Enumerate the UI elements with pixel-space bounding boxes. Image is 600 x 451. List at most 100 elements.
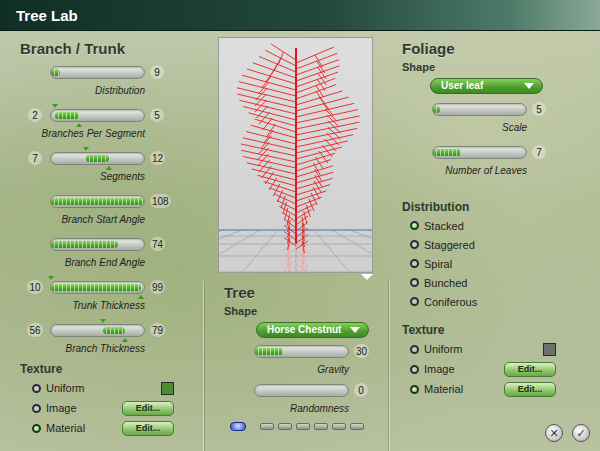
range-start-marker-icon[interactable]	[100, 319, 106, 323]
main-area: Branch / Trunk9Distribution25Branches Pe…	[0, 31, 600, 451]
slider-fill	[51, 198, 144, 205]
slider-track[interactable]	[254, 345, 349, 358]
slider-track[interactable]	[432, 103, 527, 116]
slider-track[interactable]	[432, 146, 527, 159]
texture-option[interactable]: ImageEdit...	[410, 359, 600, 379]
radio-icon[interactable]	[410, 240, 419, 249]
range-end-marker-icon[interactable]	[106, 166, 112, 170]
distribution-option[interactable]: Coniferous	[410, 292, 600, 311]
slider-high-value: 99	[150, 280, 165, 294]
slider-row: 5679Branch Thickness	[20, 317, 203, 360]
radio-icon[interactable]	[410, 297, 419, 306]
foliage-panel: FoliageShapeUser leaf5Scale7Number of Le…	[390, 31, 600, 451]
slider-fill	[433, 149, 461, 156]
edit-button[interactable]: Edit...	[122, 421, 174, 436]
page-dot[interactable]	[296, 423, 310, 430]
page-dot[interactable]	[260, 423, 274, 430]
radio-icon[interactable]	[32, 404, 41, 413]
distribution-option[interactable]: Spiral	[410, 254, 600, 273]
slider-track[interactable]	[50, 281, 145, 294]
range-end-marker-icon[interactable]	[122, 338, 128, 342]
texture-option[interactable]: ImageEdit...	[32, 398, 203, 418]
radio-icon[interactable]	[32, 384, 41, 393]
slider-label: Trunk Thickness	[20, 300, 145, 312]
page-dot[interactable]	[230, 422, 246, 431]
slider-fill	[51, 69, 60, 76]
color-swatch[interactable]	[543, 343, 556, 356]
slider-track[interactable]	[254, 384, 349, 397]
distribution-title: Distribution	[402, 198, 600, 216]
page-dot[interactable]	[278, 423, 292, 430]
slider-fill	[51, 284, 141, 291]
slider-row: 1099Trunk Thickness	[20, 274, 203, 317]
tree-preview[interactable]	[218, 37, 373, 273]
distribution-option[interactable]: Staggered	[410, 235, 600, 254]
slider-label: Branch Thickness	[20, 343, 145, 355]
option-label[interactable]: Staggered	[424, 238, 600, 252]
page-dot[interactable]	[314, 423, 328, 430]
distribution-option[interactable]: Bunched	[410, 273, 600, 292]
range-start-marker-icon[interactable]	[52, 104, 58, 108]
radio-icon[interactable]	[410, 278, 419, 287]
edit-button[interactable]: Edit...	[504, 362, 556, 377]
slider-low-value: 7	[28, 151, 42, 165]
slider-low-cell: 7	[20, 151, 50, 165]
range-start-marker-icon[interactable]	[83, 147, 89, 151]
texture-option[interactable]: MaterialEdit...	[32, 418, 203, 438]
texture-extra	[122, 382, 174, 395]
texture-option[interactable]: MaterialEdit...	[410, 379, 600, 399]
page-dot[interactable]	[350, 423, 364, 430]
option-label[interactable]: Uniform	[424, 342, 504, 356]
color-swatch[interactable]	[161, 382, 174, 395]
texture-option[interactable]: Uniform	[32, 378, 203, 398]
slider-value: 5	[532, 102, 546, 116]
option-label[interactable]: Stacked	[424, 219, 600, 233]
slider-track[interactable]	[50, 238, 145, 251]
radio-icon[interactable]	[32, 424, 41, 433]
slider-fill	[51, 241, 118, 248]
radio-icon[interactable]	[410, 259, 419, 268]
slider-label: Scale	[402, 122, 527, 134]
option-label[interactable]: Image	[46, 401, 122, 415]
slider-track[interactable]	[50, 152, 145, 165]
slider-row: 9Distribution	[20, 59, 203, 102]
tree-shape-dropdown[interactable]: Horse Chestnut	[256, 322, 369, 338]
slider-track[interactable]	[50, 195, 145, 208]
radio-icon[interactable]	[410, 221, 419, 230]
slider-low-value: 2	[28, 108, 42, 122]
edit-button[interactable]: Edit...	[122, 401, 174, 416]
page-dot[interactable]	[332, 423, 346, 430]
cancel-button[interactable]: ✕	[545, 424, 563, 442]
option-label[interactable]: Image	[424, 362, 504, 376]
tree-wireframe-icon	[219, 38, 373, 273]
texture-options: UniformImageEdit...MaterialEdit...	[402, 339, 600, 399]
section-title: Branch / Trunk	[20, 39, 203, 59]
edit-button[interactable]: Edit...	[504, 382, 556, 397]
range-end-marker-icon[interactable]	[138, 295, 144, 299]
option-label[interactable]: Material	[46, 421, 122, 435]
distribution-options: Stacked Staggered Spiral Bunched Coniferous	[402, 216, 600, 311]
option-label[interactable]: Uniform	[46, 381, 122, 395]
slider-label: Number of Leaves	[402, 165, 527, 177]
radio-icon[interactable]	[410, 345, 419, 354]
option-label[interactable]: Material	[424, 382, 504, 396]
range-start-marker-icon[interactable]	[48, 276, 54, 280]
option-label[interactable]: Coniferous	[424, 295, 600, 309]
distribution-option[interactable]: Stacked	[410, 216, 600, 235]
slider-high-value: 5	[150, 108, 164, 122]
slider-track[interactable]	[50, 109, 145, 122]
slider-track[interactable]	[50, 66, 145, 79]
dropdown-value: Horse Chestnut	[267, 323, 341, 337]
shape-label: Shape	[224, 303, 389, 319]
range-end-marker-icon[interactable]	[76, 123, 82, 127]
option-label[interactable]: Spiral	[424, 257, 600, 271]
foliage-shape-dropdown[interactable]: User leaf	[430, 78, 543, 94]
ok-button[interactable]: ✓	[572, 424, 590, 442]
option-label[interactable]: Bunched	[424, 276, 600, 290]
texture-option[interactable]: Uniform	[410, 339, 600, 359]
radio-icon[interactable]	[410, 385, 419, 394]
slider-row: 108Branch Start Angle	[20, 188, 203, 231]
slider-track[interactable]	[50, 324, 145, 337]
preview-menu-arrow-icon[interactable]	[361, 274, 373, 280]
radio-icon[interactable]	[410, 365, 419, 374]
